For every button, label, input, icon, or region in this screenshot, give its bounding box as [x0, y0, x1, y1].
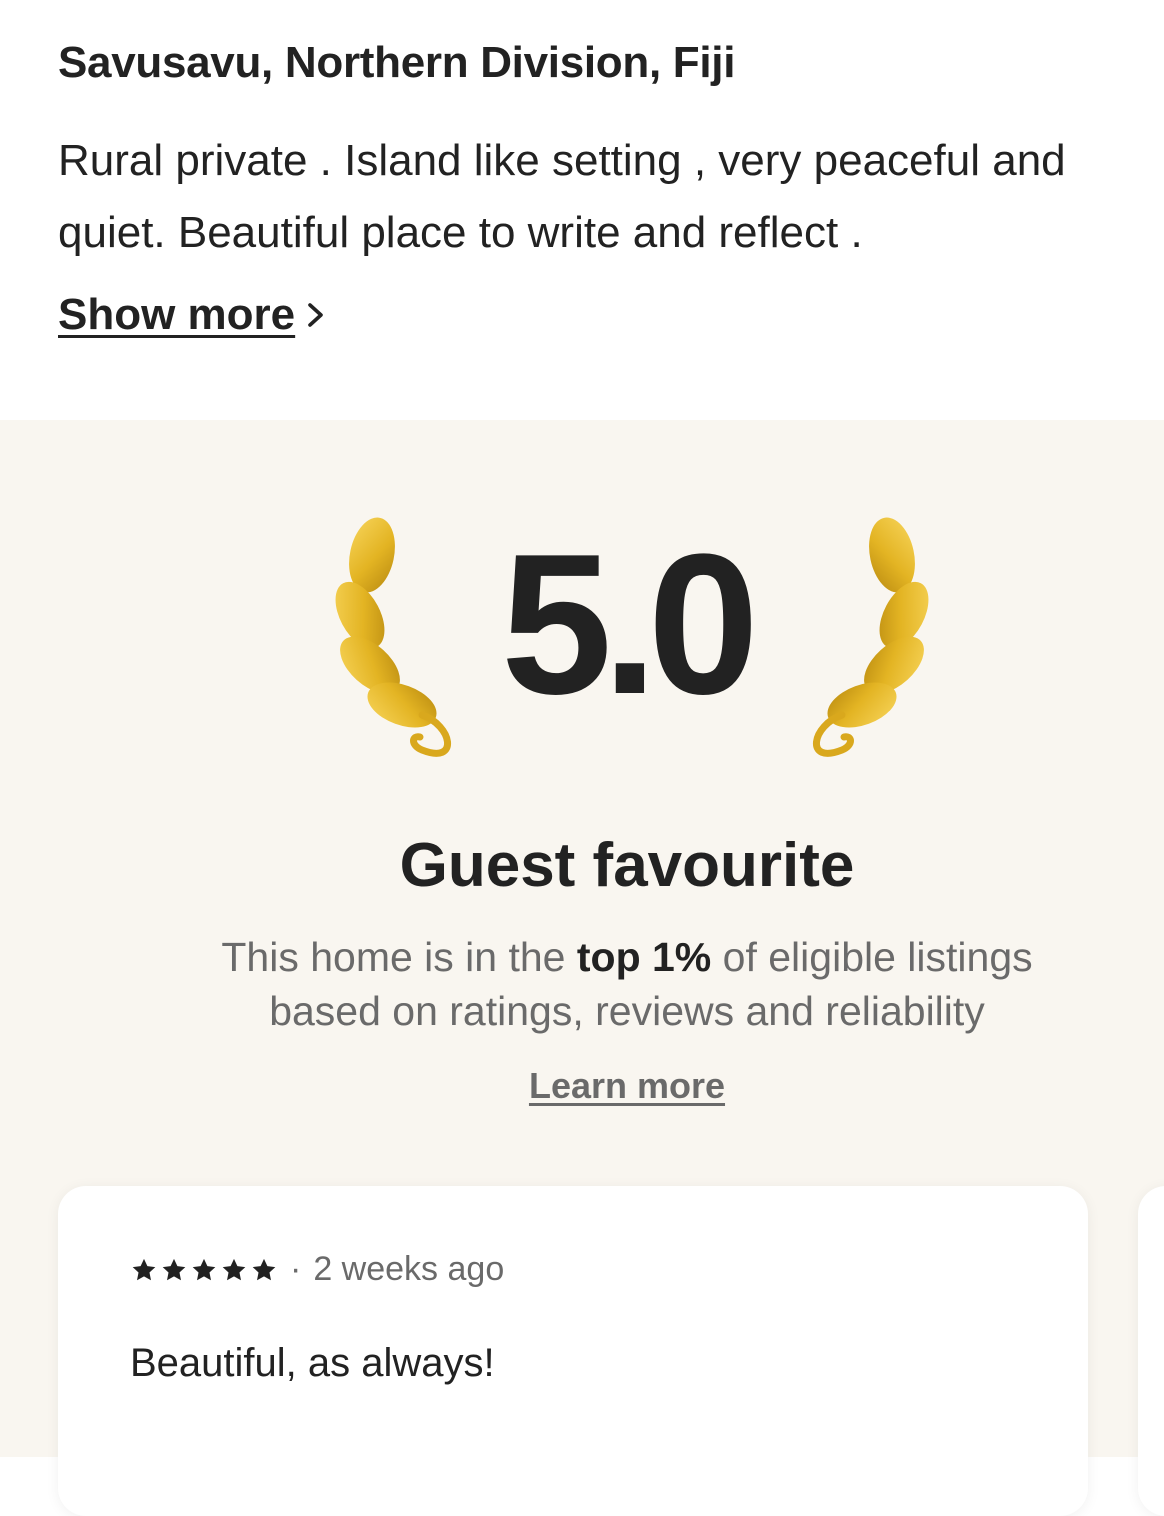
laurel-right-icon	[812, 517, 929, 757]
rating-value: 5.0	[500, 513, 759, 736]
description-line-2: quiet. Beautiful place to write and refl…	[58, 208, 863, 257]
show-more-label: Show more	[58, 290, 296, 339]
listing-description: Rural private . Island like setting , ve…	[58, 125, 1164, 269]
star-icon	[252, 1258, 276, 1280]
star-icon	[222, 1258, 246, 1280]
laurel-left-icon	[335, 517, 452, 757]
listing-summary: Savusavu, Northern Division, Fiji Rural …	[0, 0, 1164, 420]
desc-before: This home is in the	[221, 934, 577, 980]
chevron-right-icon	[308, 303, 323, 327]
learn-more-container: Learn more	[0, 1065, 1164, 1107]
desc-line-2: based on ratings, reviews and reliabilit…	[269, 988, 985, 1034]
show-more-link[interactable]: Show more	[58, 290, 329, 340]
listing-location: Savusavu, Northern Division, Fiji	[58, 38, 736, 87]
star-icon	[132, 1258, 156, 1280]
star-rating	[130, 1256, 278, 1284]
guest-favourite-title: Guest favourite	[399, 831, 855, 900]
review-text: Beautiful, as always!	[130, 1341, 495, 1385]
desc-after: of eligible listings	[711, 934, 1033, 980]
guest-favourite-description: This home is in the top 1% of eligible l…	[0, 930, 1164, 1038]
next-review-card[interactable]	[1138, 1186, 1164, 1516]
guest-favourite-section: 5.0 Guest favourite This home is in the …	[0, 420, 1164, 1516]
desc-highlight: top 1%	[576, 934, 712, 980]
review-card[interactable]: · 2 weeks ago Beautiful, as always!	[58, 1186, 1088, 1516]
review-date: 2 weeks ago	[313, 1250, 505, 1288]
star-icon	[162, 1258, 186, 1280]
separator-dot: ·	[290, 1250, 302, 1288]
star-icon	[192, 1258, 216, 1280]
description-line-1: Rural private . Island like setting , ve…	[58, 136, 1066, 185]
review-meta: · 2 weeks ago	[130, 1250, 504, 1289]
learn-more-link[interactable]: Learn more	[529, 1065, 725, 1106]
